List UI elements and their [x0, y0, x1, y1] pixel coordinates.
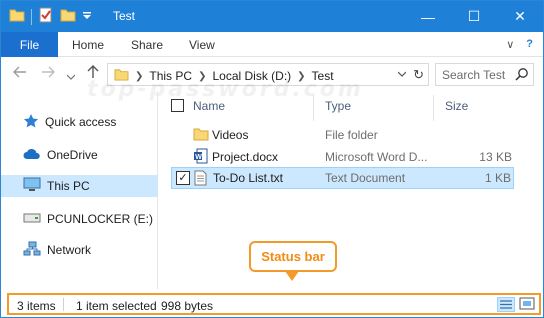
refresh-icon[interactable]: ↻: [413, 67, 424, 83]
computer-icon: [23, 177, 41, 195]
customize-dropdown-icon[interactable]: [82, 10, 92, 24]
status-item-count: 3 items: [17, 299, 56, 313]
file-row-project[interactable]: W Project.docx Microsoft Word D... 13 KB: [171, 146, 514, 168]
file-row-todo[interactable]: ✓ To-Do List.txt Text Document 1 KB: [171, 167, 514, 189]
nav-item-onedrive[interactable]: OneDrive: [1, 144, 158, 166]
status-selection: 1 item selected: [76, 299, 157, 313]
large-icons-view-icon: [519, 297, 535, 310]
file-name: To-Do List.txt: [213, 171, 284, 185]
svg-text:W: W: [195, 154, 202, 161]
recent-locations-button[interactable]: [66, 67, 76, 83]
back-button[interactable]: [13, 65, 27, 81]
text-file-icon: [194, 170, 207, 189]
explorer-window: Test — ☐ ✕ File Home Share View ∨ ? ❯ Th…: [0, 0, 544, 318]
tab-home[interactable]: Home: [72, 38, 104, 52]
expand-ribbon-button[interactable]: ∨: [506, 38, 514, 51]
nav-item-label: PCUNLOCKER (E:): [47, 212, 154, 226]
status-divider: [63, 298, 64, 311]
nav-item-label: This PC: [47, 179, 90, 193]
window-controls: — ☐ ✕: [405, 1, 543, 32]
large-icons-view-button[interactable]: [519, 297, 537, 312]
minimize-button[interactable]: —: [405, 1, 451, 32]
file-type: File folder: [325, 128, 378, 142]
tab-file[interactable]: File: [1, 32, 58, 57]
column-divider[interactable]: [313, 95, 314, 121]
nav-item-pcunlocker[interactable]: PCUNLOCKER (E:): [1, 208, 158, 230]
column-divider[interactable]: [433, 95, 434, 121]
folder-icon: [193, 127, 209, 144]
ribbon-tabs: File Home Share View ∨ ?: [1, 32, 543, 57]
tab-share[interactable]: Share: [131, 38, 163, 52]
file-list: Name Type Size Videos File folder W Proj…: [159, 91, 543, 289]
nav-item-label: Quick access: [45, 115, 117, 129]
forward-button[interactable]: [41, 65, 55, 81]
file-name: Videos: [212, 128, 249, 142]
help-button[interactable]: ?: [526, 38, 533, 51]
column-header-type[interactable]: Type: [325, 99, 351, 113]
search-icon: [515, 67, 529, 84]
select-all-checkbox[interactable]: [171, 99, 184, 112]
cloud-icon: [23, 148, 41, 163]
nav-item-label: Network: [47, 243, 92, 257]
nav-item-network[interactable]: Network: [1, 239, 158, 261]
status-selection-size: 998 bytes: [161, 299, 214, 313]
quick-access-toolbar: [9, 7, 92, 26]
nav-item-label: OneDrive: [47, 148, 98, 162]
file-row-videos[interactable]: Videos File folder: [171, 124, 514, 146]
folder-icon: [9, 8, 25, 25]
details-view-button[interactable]: [497, 297, 515, 312]
toolbar-divider: [31, 8, 32, 25]
network-icon: [23, 241, 41, 260]
status-bar: 3 items 1 item selected 998 bytes: [7, 293, 541, 315]
file-name: Project.docx: [212, 150, 279, 164]
details-view-icon: [500, 300, 512, 309]
file-size: 13 KB: [479, 150, 512, 164]
star-icon: [23, 113, 39, 132]
new-folder-icon[interactable]: [60, 8, 76, 25]
window-title: Test: [113, 9, 136, 23]
word-document-icon: W: [193, 148, 208, 167]
address-dropdown-icon[interactable]: [397, 69, 407, 79]
nav-item-quick-access[interactable]: Quick access: [1, 111, 158, 133]
callout-pointer: [285, 271, 299, 281]
file-size: 1 KB: [484, 171, 511, 185]
status-bar-callout: Status bar: [249, 241, 337, 272]
tab-view[interactable]: View: [189, 38, 215, 52]
search-box[interactable]: Search Test: [435, 63, 534, 86]
title-bar[interactable]: Test — ☐ ✕: [1, 1, 543, 32]
file-type: Microsoft Word D...: [325, 150, 428, 164]
properties-icon[interactable]: [38, 7, 54, 26]
column-header-name[interactable]: Name: [193, 99, 225, 113]
column-header-size[interactable]: Size: [445, 99, 468, 113]
ribbon-controls: ∨ ?: [506, 38, 533, 51]
drive-icon: [23, 212, 41, 226]
maximize-button[interactable]: ☐: [451, 1, 497, 32]
nav-item-this-pc[interactable]: This PC: [1, 175, 158, 197]
navigation-pane: Quick access OneDrive This PC PCUNLOCKER…: [1, 91, 158, 289]
file-type: Text Document: [325, 171, 406, 185]
search-input[interactable]: Search Test: [442, 68, 505, 82]
close-button[interactable]: ✕: [497, 1, 543, 32]
row-checkbox[interactable]: ✓: [176, 171, 190, 185]
